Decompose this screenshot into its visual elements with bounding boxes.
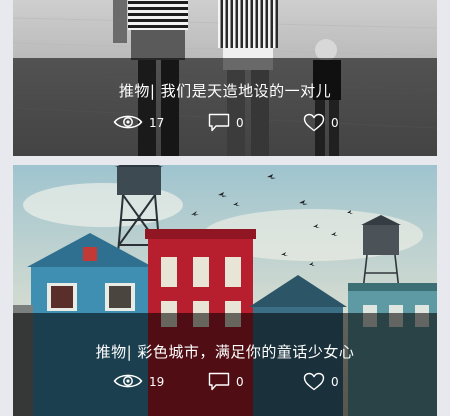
comment-icon [208, 372, 230, 390]
comments-stat[interactable]: 0 [208, 110, 244, 134]
heart-icon [303, 113, 325, 131]
post-title[interactable]: 推物| 彩色城市，满足你的童话少女心 [13, 341, 437, 362]
post-card-city[interactable]: 推物| 彩色城市，满足你的童话少女心 19 0 0 [13, 165, 437, 416]
views-count: 19 [149, 375, 165, 389]
likes-stat[interactable]: 0 [303, 369, 339, 393]
eye-icon [113, 374, 143, 388]
views-stat[interactable]: 17 [113, 110, 164, 134]
eye-icon [113, 115, 143, 129]
comments-count: 0 [236, 375, 244, 389]
post-stats: 19 0 0 [13, 369, 437, 393]
comments-stat[interactable]: 0 [208, 369, 244, 393]
views-stat[interactable]: 19 [113, 369, 164, 393]
comment-icon [208, 113, 230, 131]
views-count: 17 [149, 116, 165, 130]
post-caption-overlay: 推物| 我们是天造地设的一对儿 17 0 0 [13, 58, 437, 156]
likes-stat[interactable]: 0 [303, 110, 339, 134]
post-caption-overlay: 推物| 彩色城市，满足你的童话少女心 19 0 0 [13, 313, 437, 416]
post-card-family[interactable]: 推物| 我们是天造地设的一对儿 17 0 0 [13, 0, 437, 156]
post-stats: 17 0 0 [13, 110, 437, 134]
heart-icon [303, 372, 325, 390]
likes-count: 0 [331, 116, 339, 130]
comments-count: 0 [236, 116, 244, 130]
likes-count: 0 [331, 375, 339, 389]
post-title[interactable]: 推物| 我们是天造地设的一对儿 [13, 80, 437, 101]
